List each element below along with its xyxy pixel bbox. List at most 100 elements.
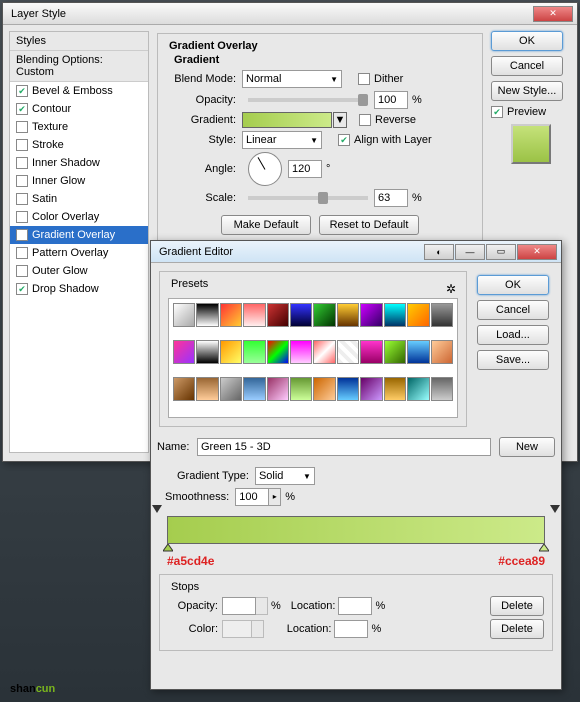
new-gradient-button[interactable]: New	[499, 437, 555, 457]
preset-swatch[interactable]	[290, 303, 312, 327]
help-icon[interactable]: ◐	[424, 244, 454, 260]
angle-dial[interactable]	[248, 152, 282, 186]
opacity-stop-right[interactable]	[550, 505, 560, 515]
effect-checkbox[interactable]	[16, 175, 28, 187]
effect-checkbox[interactable]	[16, 157, 28, 169]
effect-texture[interactable]: Texture	[10, 118, 148, 136]
preset-swatch[interactable]	[337, 340, 359, 364]
styles-header[interactable]: Styles	[10, 32, 148, 51]
close-icon[interactable]: ✕	[533, 6, 573, 22]
effect-checkbox[interactable]	[16, 211, 28, 223]
effect-contour[interactable]: Contour	[10, 100, 148, 118]
effect-checkbox[interactable]	[16, 283, 28, 295]
preset-swatch[interactable]	[313, 340, 335, 364]
effect-bevel-emboss[interactable]: Bevel & Emboss	[10, 82, 148, 100]
effect-drop-shadow[interactable]: Drop Shadow	[10, 280, 148, 298]
preset-swatch[interactable]	[431, 303, 453, 327]
opacity-stop-left[interactable]	[152, 505, 162, 515]
preset-swatch[interactable]	[313, 303, 335, 327]
effect-checkbox[interactable]	[16, 85, 28, 97]
smoothness-input[interactable]	[235, 488, 269, 506]
opacity-slider[interactable]	[248, 98, 368, 102]
preset-swatch[interactable]	[220, 303, 242, 327]
effect-pattern-overlay[interactable]: Pattern Overlay	[10, 244, 148, 262]
ge-ok-button[interactable]: OK	[477, 275, 549, 295]
effect-checkbox[interactable]	[16, 229, 28, 241]
name-input[interactable]	[197, 438, 491, 456]
preset-swatch[interactable]	[290, 340, 312, 364]
preset-swatch[interactable]	[360, 377, 382, 401]
gradient-editor-titlebar[interactable]: Gradient Editor ◐ — ▭ ✕	[151, 241, 561, 263]
preset-swatch[interactable]	[290, 377, 312, 401]
preset-swatch[interactable]	[267, 340, 289, 364]
preset-swatch[interactable]	[220, 377, 242, 401]
preset-swatch[interactable]	[384, 340, 406, 364]
opacity-input[interactable]	[374, 91, 408, 109]
presets-menu-icon[interactable]: ✲	[446, 282, 456, 296]
preset-swatch[interactable]	[407, 340, 429, 364]
preset-swatch[interactable]	[407, 303, 429, 327]
preset-swatch[interactable]	[243, 340, 265, 364]
effect-checkbox[interactable]	[16, 103, 28, 115]
preset-swatch[interactable]	[173, 377, 195, 401]
preset-swatch[interactable]	[384, 377, 406, 401]
close-icon[interactable]: ✕	[517, 244, 557, 260]
preset-swatch[interactable]	[243, 377, 265, 401]
effect-stroke[interactable]: Stroke	[10, 136, 148, 154]
ge-save-button[interactable]: Save...	[477, 350, 549, 370]
effect-checkbox[interactable]	[16, 265, 28, 277]
scale-slider[interactable]	[248, 196, 368, 200]
reverse-checkbox[interactable]	[359, 114, 371, 126]
preset-swatch[interactable]	[313, 377, 335, 401]
ge-cancel-button[interactable]: Cancel	[477, 300, 549, 320]
effect-checkbox[interactable]	[16, 139, 28, 151]
effect-checkbox[interactable]	[16, 121, 28, 133]
preset-swatch[interactable]	[173, 303, 195, 327]
new-style-button[interactable]: New Style...	[491, 81, 563, 101]
gradient-picker-arrow[interactable]: ▼	[333, 112, 347, 128]
preset-swatch[interactable]	[267, 303, 289, 327]
make-default-button[interactable]: Make Default	[221, 215, 311, 235]
gradient-type-select[interactable]: Solid	[255, 467, 315, 485]
preset-swatch[interactable]	[384, 303, 406, 327]
ok-button[interactable]: OK	[491, 31, 563, 51]
preset-swatch[interactable]	[360, 303, 382, 327]
preset-swatch[interactable]	[243, 303, 265, 327]
smoothness-arrow[interactable]: ▸	[269, 488, 281, 506]
effect-checkbox[interactable]	[16, 247, 28, 259]
gradient-preview[interactable]	[242, 112, 332, 128]
effect-gradient-overlay[interactable]: Gradient Overlay	[10, 226, 148, 244]
reset-default-button[interactable]: Reset to Default	[319, 215, 419, 235]
preview-checkbox[interactable]	[491, 106, 503, 118]
effect-satin[interactable]: Satin	[10, 190, 148, 208]
style-select[interactable]: Linear	[242, 131, 322, 149]
minimize-icon[interactable]: —	[455, 244, 485, 260]
preset-swatch[interactable]	[220, 340, 242, 364]
color-stop-right[interactable]	[539, 544, 549, 554]
preset-swatch[interactable]	[337, 303, 359, 327]
effect-outer-glow[interactable]: Outer Glow	[10, 262, 148, 280]
blending-options-header[interactable]: Blending Options: Custom	[10, 51, 148, 82]
preset-swatch[interactable]	[431, 340, 453, 364]
effect-color-overlay[interactable]: Color Overlay	[10, 208, 148, 226]
effect-inner-glow[interactable]: Inner Glow	[10, 172, 148, 190]
angle-input[interactable]	[288, 160, 322, 178]
align-checkbox[interactable]	[338, 134, 350, 146]
preset-swatch[interactable]	[360, 340, 382, 364]
color-stop-left[interactable]	[163, 544, 173, 554]
preset-swatch[interactable]	[196, 377, 218, 401]
preset-swatch[interactable]	[173, 340, 195, 364]
preset-swatch[interactable]	[196, 303, 218, 327]
effect-checkbox[interactable]	[16, 193, 28, 205]
blend-mode-select[interactable]: Normal	[242, 70, 342, 88]
preset-swatch[interactable]	[267, 377, 289, 401]
dither-checkbox[interactable]	[358, 73, 370, 85]
effect-inner-shadow[interactable]: Inner Shadow	[10, 154, 148, 172]
preset-swatch[interactable]	[407, 377, 429, 401]
gradient-bar[interactable]	[167, 516, 545, 544]
preset-swatch[interactable]	[337, 377, 359, 401]
cancel-button[interactable]: Cancel	[491, 56, 563, 76]
maximize-icon[interactable]: ▭	[486, 244, 516, 260]
scale-input[interactable]	[374, 189, 408, 207]
ge-load-button[interactable]: Load...	[477, 325, 549, 345]
